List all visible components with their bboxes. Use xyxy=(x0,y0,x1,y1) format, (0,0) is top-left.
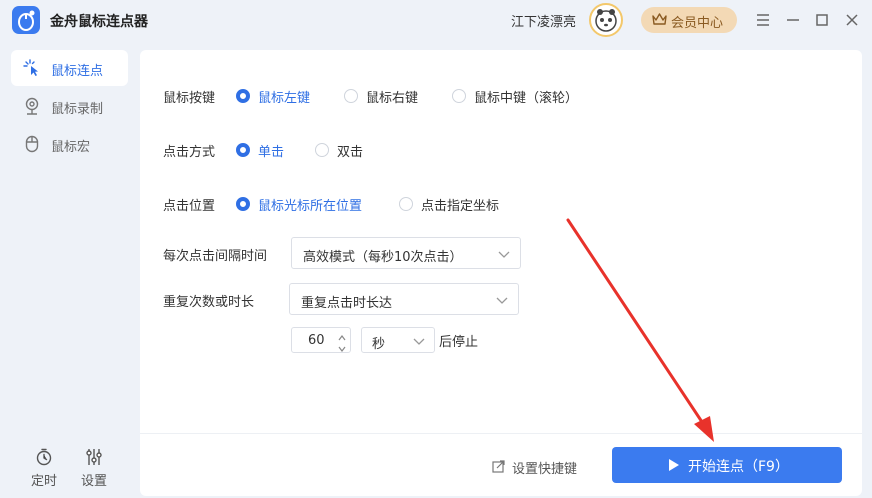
timer-button[interactable]: 定时 xyxy=(24,448,64,492)
start-clicking-button[interactable]: 开始连点（F9） xyxy=(612,447,842,483)
radio-dot xyxy=(452,89,466,103)
chevron-down-icon xyxy=(496,294,508,306)
interval-select-value: 高效模式（每秒10次点击） xyxy=(303,250,463,265)
chevron-down-icon[interactable] xyxy=(338,342,346,352)
menu-icon[interactable] xyxy=(753,10,773,30)
chevron-down-icon xyxy=(413,335,425,347)
radio-dot xyxy=(399,197,413,211)
timer-label: 定时 xyxy=(30,474,57,489)
radio-label: 单击 xyxy=(258,145,285,160)
shortcut-icon xyxy=(492,459,506,473)
vip-center-button[interactable]: 会员中心 xyxy=(641,7,737,33)
sidebar-item-label: 鼠标连点 xyxy=(51,64,104,79)
radio-dot xyxy=(236,143,250,157)
sidebar-item-mouse-macro[interactable]: 鼠标宏 xyxy=(11,126,128,162)
after-stop-label: 后停止 xyxy=(439,335,479,350)
radio-dot xyxy=(236,197,250,211)
radio-dot xyxy=(315,143,329,157)
divider xyxy=(140,433,862,434)
title-bar: 金舟鼠标连点器 江下凌漂亮 会员中心 xyxy=(0,0,872,40)
repeat-mode-select[interactable]: 重复点击时长达 xyxy=(289,283,519,315)
unit-select[interactable]: 秒 xyxy=(361,327,435,353)
click-mode-label: 点击方式 xyxy=(163,145,216,160)
username[interactable]: 江下凌漂亮 xyxy=(511,11,576,30)
app-title: 金舟鼠标连点器 xyxy=(50,14,148,30)
radio-label: 鼠标光标所在位置 xyxy=(258,199,363,214)
chevron-up-icon[interactable] xyxy=(338,331,346,341)
start-clicking-label: 开始连点（F9） xyxy=(688,459,789,475)
interval-label: 每次点击间隔时间 xyxy=(163,249,268,264)
radio-label: 鼠标中键（滚轮） xyxy=(474,91,579,106)
mouse-icon xyxy=(23,135,41,153)
maximize-icon[interactable] xyxy=(812,10,832,30)
record-icon xyxy=(23,97,41,115)
settings-button[interactable]: 设置 xyxy=(74,448,114,492)
repeat-mode-value: 重复点击时长达 xyxy=(301,296,393,311)
interval-select[interactable]: 高效模式（每秒10次点击） xyxy=(291,237,521,269)
minimize-icon[interactable] xyxy=(783,10,803,30)
radio-label: 点击指定坐标 xyxy=(421,199,500,214)
sidebar: 鼠标连点 鼠标录制 鼠标宏 定时 设置 xyxy=(0,40,138,498)
play-icon xyxy=(668,458,680,472)
sidebar-item-mouse-clicker[interactable]: 鼠标连点 xyxy=(11,50,128,86)
radio-dot xyxy=(236,89,250,103)
avatar[interactable] xyxy=(589,3,623,37)
duration-value: 60 xyxy=(308,333,325,348)
radio-label: 鼠标右键 xyxy=(366,91,419,106)
set-shortcut-label: 设置快捷键 xyxy=(512,462,578,477)
sidebar-item-label: 鼠标录制 xyxy=(51,102,104,117)
close-icon[interactable] xyxy=(842,10,862,30)
radio-label: 鼠标左键 xyxy=(258,91,311,106)
repeat-label: 重复次数或时长 xyxy=(163,295,255,310)
settings-label: 设置 xyxy=(80,474,107,489)
radio-label: 双击 xyxy=(337,145,364,160)
click-position-label: 点击位置 xyxy=(163,199,216,214)
sliders-icon xyxy=(85,448,103,466)
crown-icon xyxy=(652,12,667,30)
vip-center-label: 会员中心 xyxy=(671,16,724,31)
chevron-down-icon xyxy=(498,248,510,260)
sidebar-item-mouse-record[interactable]: 鼠标录制 xyxy=(11,88,128,124)
timer-icon xyxy=(35,448,53,466)
duration-stepper[interactable]: 60 xyxy=(291,327,351,353)
mouse-button-label: 鼠标按键 xyxy=(163,91,216,106)
app-logo-icon xyxy=(12,6,40,34)
main-panel: 鼠标按键 鼠标左键 鼠标右键 鼠标中键（滚轮） 点击方式 单击 双击 点击位置 … xyxy=(140,50,862,496)
radio-dot xyxy=(344,89,358,103)
sidebar-item-label: 鼠标宏 xyxy=(51,140,91,155)
unit-value: 秒 xyxy=(372,337,386,352)
cursor-click-icon xyxy=(23,59,41,77)
